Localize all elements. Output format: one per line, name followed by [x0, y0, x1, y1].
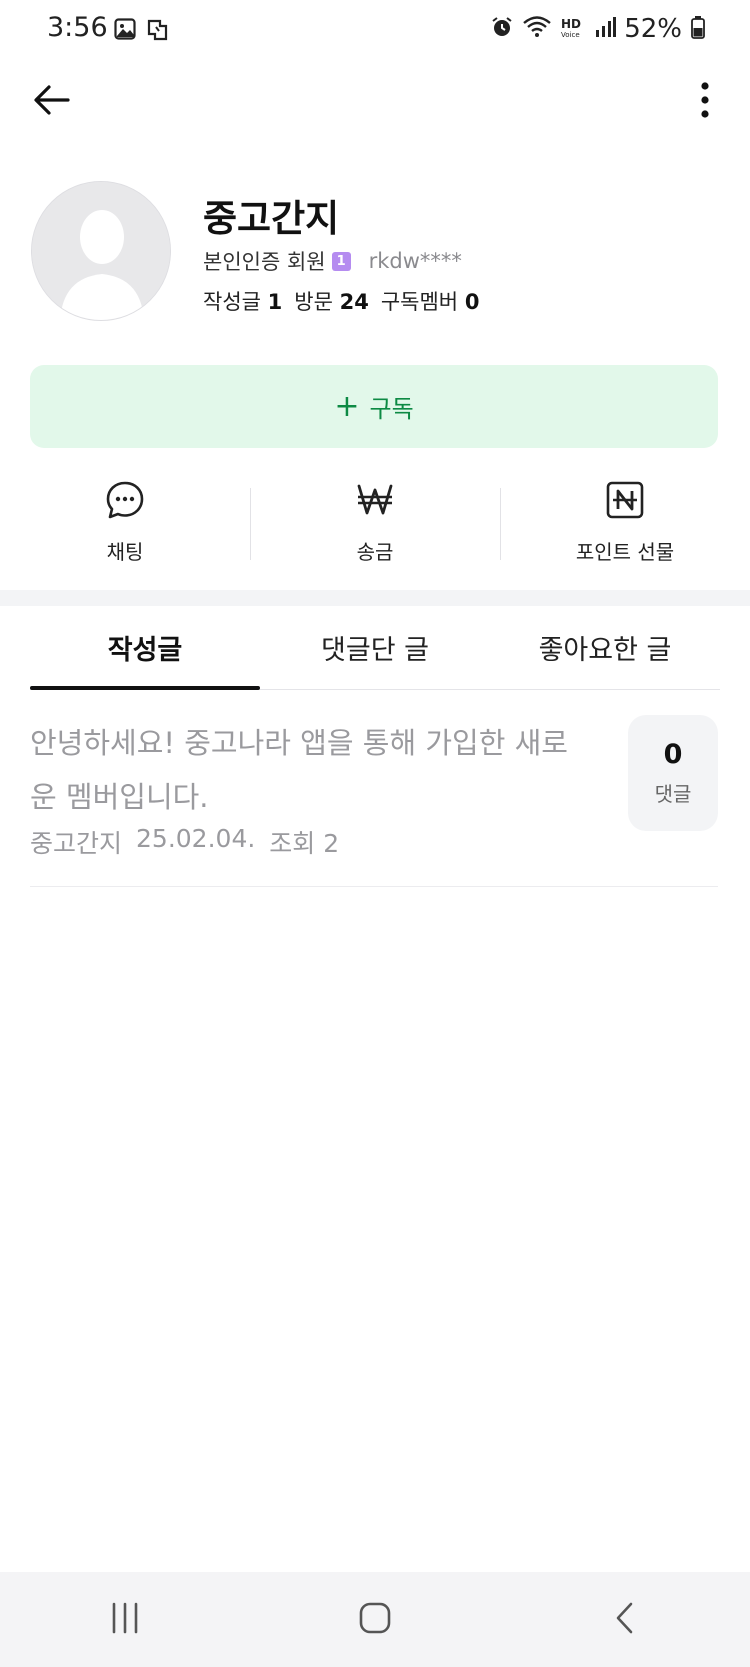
hd-voice-icon: HD Voice	[560, 15, 586, 43]
profile-nickname: 중고간지	[203, 197, 340, 240]
status-left-icons	[114, 18, 170, 46]
svg-text:Voice: Voice	[561, 31, 580, 39]
tab-liked-posts[interactable]: 좋아요한 글	[490, 606, 720, 689]
post-views: 조회 2	[269, 829, 340, 858]
status-bar: 3:56 HD Voice 52%	[0, 0, 750, 62]
post-title[interactable]: 안녕하세요! 중고나라 앱을 통해 가입한 새로운 멤버입니다.	[30, 716, 570, 824]
recent-apps-icon	[108, 1601, 142, 1639]
divider	[250, 488, 251, 560]
recent-apps-button[interactable]	[85, 1590, 165, 1650]
more-options-button[interactable]	[690, 80, 720, 124]
chat-button[interactable]: 채팅	[0, 470, 250, 570]
profile-stats: 작성글 1 방문 24 구독멤버 0	[203, 286, 479, 316]
default-avatar-icon	[32, 182, 170, 320]
post-meta: 중고간지 25.02.04. 조회 2	[30, 824, 339, 860]
post-item[interactable]: 안녕하세요! 중고나라 앱을 통해 가입한 새로운 멤버입니다. 중고간지 25…	[30, 712, 718, 887]
transfer-label: 송금	[356, 540, 394, 564]
battery-icon	[690, 15, 706, 43]
point-gift-label: 포인트 선물	[575, 540, 675, 564]
point-gift-button[interactable]: 포인트 선물	[500, 470, 750, 570]
member-info: 본인인증 회원 1 rkdw****	[203, 246, 462, 276]
tab-commented-posts[interactable]: 댓글단 글	[260, 606, 490, 689]
arrow-left-icon	[32, 83, 72, 121]
transfer-button[interactable]: 송금	[250, 470, 500, 570]
stat-posts: 작성글 1	[203, 290, 283, 314]
member-type: 본인인증 회원	[203, 250, 326, 274]
plus-icon: +	[334, 388, 360, 424]
chat-icon	[105, 480, 145, 524]
avatar[interactable]	[31, 181, 171, 321]
comment-count-box[interactable]: 0 댓글	[628, 715, 718, 831]
back-button[interactable]	[30, 80, 74, 124]
signal-icon	[594, 16, 617, 42]
status-right-icons: HD Voice 52%	[490, 14, 706, 44]
svg-text:HD: HD	[561, 17, 581, 31]
member-id: rkdw****	[368, 249, 462, 273]
stat-visits: 방문 24	[294, 290, 369, 314]
naver-point-icon	[605, 480, 645, 524]
comment-label: 댓글	[654, 782, 692, 806]
subscribe-button[interactable]: + 구독	[30, 365, 718, 448]
system-nav-bar	[0, 1572, 750, 1667]
tab-bar: 작성글 댓글단 글 좋아요한 글	[30, 606, 720, 690]
tab-my-posts[interactable]: 작성글	[30, 606, 260, 690]
status-time: 3:56	[47, 12, 108, 43]
home-button[interactable]	[335, 1590, 415, 1650]
home-icon	[358, 1601, 392, 1639]
back-icon	[608, 1601, 642, 1639]
divider	[500, 488, 501, 560]
profile-actions: 채팅 송금 포인트 선물	[0, 470, 750, 570]
section-divider	[0, 590, 750, 606]
alarm-icon	[490, 15, 514, 43]
gallery-icon	[114, 18, 136, 46]
post-author: 중고간지	[30, 829, 123, 858]
won-icon	[355, 480, 395, 524]
member-level-badge: 1	[331, 251, 351, 271]
subscribe-label: 구독	[369, 395, 414, 423]
battery-percent: 52%	[624, 14, 682, 44]
comment-count: 0	[663, 739, 683, 770]
nfc-icon	[146, 18, 170, 46]
stat-subscribers: 구독멤버 0	[380, 290, 480, 314]
chat-label: 채팅	[106, 540, 144, 564]
more-vertical-icon	[700, 82, 710, 122]
system-back-button[interactable]	[585, 1590, 665, 1650]
post-date: 25.02.04.	[136, 824, 256, 853]
wifi-icon	[522, 15, 552, 43]
